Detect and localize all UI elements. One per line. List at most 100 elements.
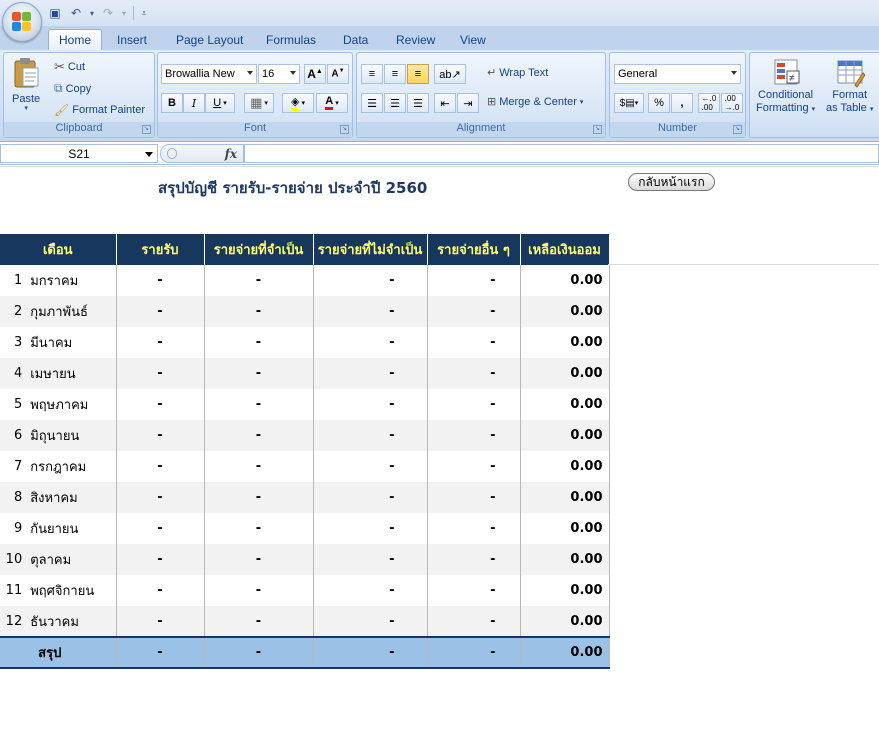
alignment-launcher-icon[interactable]: ↘ bbox=[593, 125, 602, 134]
savings-cell[interactable]: 0.00 bbox=[520, 420, 610, 451]
clipboard-launcher-icon[interactable]: ↘ bbox=[142, 125, 151, 134]
month-number[interactable]: 10 bbox=[0, 544, 27, 575]
align-bottom-button[interactable]: ≡ bbox=[407, 64, 429, 84]
income-cell[interactable]: - bbox=[116, 482, 205, 513]
underline-button[interactable]: U ▾ bbox=[205, 93, 235, 113]
month-name[interactable]: พฤศจิกายน bbox=[26, 575, 117, 606]
income-cell[interactable]: - bbox=[116, 451, 205, 482]
tab-data[interactable]: Data bbox=[343, 29, 368, 50]
redo-dropdown-icon[interactable]: ▾ bbox=[120, 4, 128, 22]
other-cell[interactable]: - bbox=[427, 296, 521, 327]
merge-center-button[interactable]: ⊞ Merge & Center ▾ bbox=[487, 95, 583, 109]
savings-cell[interactable]: 0.00 bbox=[520, 389, 610, 420]
increase-decimal-button[interactable]: ←.0.00 bbox=[698, 93, 720, 113]
income-cell[interactable]: - bbox=[116, 389, 205, 420]
conditional-formatting-button[interactable]: ≠ Conditional Formatting ▾ bbox=[756, 57, 815, 116]
wrap-text-button[interactable]: ↵ Wrap Text bbox=[487, 66, 548, 80]
copy-button[interactable]: ⧉ Copy bbox=[54, 81, 91, 96]
unnecessary-cell[interactable]: - bbox=[313, 513, 428, 544]
month-number[interactable]: 11 bbox=[0, 575, 27, 606]
customize-qat-icon[interactable]: ⩡ bbox=[139, 4, 149, 22]
font-color-button[interactable]: A ▾ bbox=[316, 93, 348, 113]
month-number[interactable]: 7 bbox=[0, 451, 27, 482]
align-middle-button[interactable]: ≡ bbox=[384, 64, 406, 84]
income-cell[interactable]: - bbox=[116, 606, 205, 637]
month-number[interactable]: 1 bbox=[0, 265, 27, 296]
savings-cell[interactable]: 0.00 bbox=[520, 482, 610, 513]
tab-page-layout[interactable]: Page Layout bbox=[176, 29, 243, 50]
total-other[interactable]: - bbox=[427, 636, 521, 669]
name-box-dropdown-icon[interactable] bbox=[145, 152, 153, 157]
other-cell[interactable]: - bbox=[427, 265, 521, 296]
unnecessary-cell[interactable]: - bbox=[313, 451, 428, 482]
necessary-cell[interactable]: - bbox=[204, 358, 314, 389]
income-cell[interactable]: - bbox=[116, 265, 205, 296]
month-name[interactable]: ธันวาคม bbox=[26, 606, 117, 637]
decrease-decimal-button[interactable]: .00 →.0 bbox=[721, 93, 743, 113]
tab-view[interactable]: View bbox=[460, 29, 486, 50]
paste-button[interactable]: Paste ▾ bbox=[12, 57, 40, 112]
month-number[interactable]: 12 bbox=[0, 606, 27, 637]
comma-style-button[interactable]: , bbox=[671, 93, 693, 113]
italic-button[interactable]: I bbox=[183, 93, 205, 113]
other-cell[interactable]: - bbox=[427, 358, 521, 389]
unnecessary-cell[interactable]: - bbox=[313, 482, 428, 513]
total-label[interactable]: สรุป bbox=[0, 636, 117, 669]
format-as-table-button[interactable]: Format as Table ▾ bbox=[826, 57, 873, 116]
month-name[interactable]: มกราคม bbox=[26, 265, 117, 296]
necessary-cell[interactable]: - bbox=[204, 544, 314, 575]
number-format-select[interactable]: General bbox=[614, 64, 741, 84]
undo-icon[interactable]: ↶ bbox=[67, 4, 85, 22]
necessary-cell[interactable]: - bbox=[204, 420, 314, 451]
unnecessary-cell[interactable]: - bbox=[313, 544, 428, 575]
month-name[interactable]: เมษายน bbox=[26, 358, 117, 389]
align-center-button[interactable]: ☰ bbox=[384, 93, 406, 113]
necessary-cell[interactable]: - bbox=[204, 389, 314, 420]
savings-cell[interactable]: 0.00 bbox=[520, 296, 610, 327]
savings-cell[interactable]: 0.00 bbox=[520, 544, 610, 575]
month-number[interactable]: 9 bbox=[0, 513, 27, 544]
save-icon[interactable]: ▣ bbox=[46, 4, 64, 22]
other-cell[interactable]: - bbox=[427, 389, 521, 420]
month-number[interactable]: 6 bbox=[0, 420, 27, 451]
font-family-select[interactable]: Browallia New bbox=[161, 64, 257, 84]
necessary-cell[interactable]: - bbox=[204, 575, 314, 606]
savings-cell[interactable]: 0.00 bbox=[520, 606, 610, 637]
tab-home[interactable]: Home bbox=[48, 29, 103, 50]
income-cell[interactable]: - bbox=[116, 327, 205, 358]
month-name[interactable]: มิถุนายน bbox=[26, 420, 117, 451]
savings-cell[interactable]: 0.00 bbox=[520, 451, 610, 482]
total-savings[interactable]: 0.00 bbox=[520, 636, 610, 669]
shrink-font-button[interactable]: A▼ bbox=[327, 64, 349, 84]
unnecessary-cell[interactable]: - bbox=[313, 265, 428, 296]
insert-function-icon[interactable]: fx bbox=[225, 147, 237, 161]
other-cell[interactable]: - bbox=[427, 420, 521, 451]
increase-indent-button[interactable]: ⇥ bbox=[457, 93, 479, 113]
month-name[interactable]: สิงหาคม bbox=[26, 482, 117, 513]
savings-cell[interactable]: 0.00 bbox=[520, 513, 610, 544]
font-size-select[interactable]: 16 bbox=[258, 64, 300, 84]
necessary-cell[interactable]: - bbox=[204, 296, 314, 327]
income-cell[interactable]: - bbox=[116, 420, 205, 451]
number-launcher-icon[interactable]: ↘ bbox=[733, 125, 742, 134]
month-name[interactable]: กุมภาพันธ์ bbox=[26, 296, 117, 327]
necessary-cell[interactable]: - bbox=[204, 265, 314, 296]
back-to-home-button[interactable]: กลับหน้าแรก bbox=[628, 173, 715, 191]
other-cell[interactable]: - bbox=[427, 482, 521, 513]
total-income[interactable]: - bbox=[116, 636, 205, 669]
income-cell[interactable]: - bbox=[116, 296, 205, 327]
align-top-button[interactable]: ≡ bbox=[361, 64, 383, 84]
formula-input[interactable] bbox=[244, 144, 879, 163]
savings-cell[interactable]: 0.00 bbox=[520, 327, 610, 358]
undo-dropdown-icon[interactable]: ▾ bbox=[88, 4, 96, 22]
unnecessary-cell[interactable]: - bbox=[313, 296, 428, 327]
necessary-cell[interactable]: - bbox=[204, 482, 314, 513]
percent-style-button[interactable]: % bbox=[648, 93, 670, 113]
savings-cell[interactable]: 0.00 bbox=[520, 575, 610, 606]
unnecessary-cell[interactable]: - bbox=[313, 389, 428, 420]
month-number[interactable]: 8 bbox=[0, 482, 27, 513]
month-name[interactable]: ตุลาคม bbox=[26, 544, 117, 575]
borders-button[interactable]: ▦ ▾ bbox=[244, 93, 274, 113]
month-name[interactable]: พฤษภาคม bbox=[26, 389, 117, 420]
income-cell[interactable]: - bbox=[116, 358, 205, 389]
